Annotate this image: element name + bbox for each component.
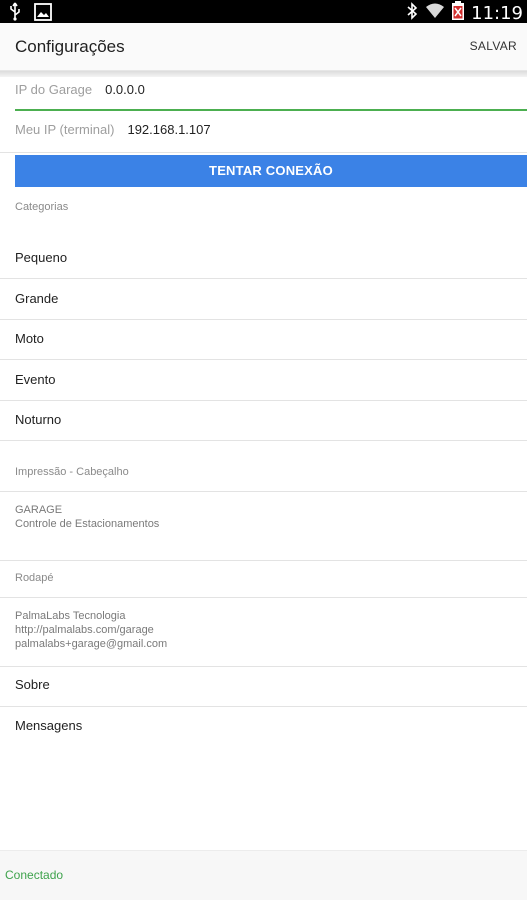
print-header-text[interactable]: GARAGE Controle de Estacionamentos (15, 503, 159, 531)
divider (0, 706, 527, 707)
wifi-icon (425, 2, 445, 25)
categories-label: Categorias (15, 201, 69, 213)
print-header-label: Impressão - Cabeçalho (15, 466, 129, 478)
app-bar-shadow (0, 71, 527, 77)
ip-garage-field[interactable]: IP do Garage 0.0.0.0 (0, 82, 527, 97)
divider (0, 400, 527, 401)
ip-garage-label: IP do Garage (15, 82, 93, 97)
footer-line: PalmaLabs Tecnologia (15, 610, 126, 622)
category-item-moto[interactable]: Moto (15, 331, 44, 346)
battery-icon (452, 1, 465, 25)
divider (0, 666, 527, 667)
divider (0, 278, 527, 279)
divider (0, 560, 527, 561)
divider (0, 597, 527, 598)
messages-item[interactable]: Mensagens (15, 718, 82, 733)
category-item-pequeno[interactable]: Pequeno (15, 250, 67, 265)
divider (0, 440, 527, 441)
footer-text[interactable]: PalmaLabs Tecnologia http://palmalabs.co… (15, 609, 167, 651)
footer-line: http://palmalabs.com/garage (15, 624, 154, 636)
try-connection-button[interactable]: TENTAR CONEXÃO (15, 155, 527, 187)
category-item-evento[interactable]: Evento (15, 372, 55, 387)
ip-terminal-field: Meu IP (terminal) 192.168.1.107 (0, 122, 527, 137)
print-header-line: GARAGE (15, 504, 63, 516)
divider (0, 319, 527, 320)
page-title: Configurações (15, 37, 125, 56)
category-item-noturno[interactable]: Noturno (15, 412, 61, 427)
connection-status: Conectado (5, 868, 64, 882)
ip-terminal-value: 192.168.1.107 (127, 122, 211, 137)
category-item-grande[interactable]: Grande (15, 291, 58, 306)
clock: 11:19 (471, 2, 523, 24)
ip-garage-focus-underline (15, 109, 527, 111)
bottom-status-bar: Conectado (0, 850, 527, 900)
footer-line: palmalabs+garage@gmail.com (15, 638, 168, 650)
app-bar: Configurações SALVAR (0, 23, 527, 71)
status-bar: 11:19 (0, 0, 527, 25)
ip-terminal-label: Meu IP (terminal) (15, 122, 115, 137)
print-header-line: Controle de Estacionamentos (15, 518, 160, 530)
footer-label: Rodapé (15, 572, 54, 584)
save-button[interactable]: SALVAR (470, 39, 517, 53)
divider (0, 491, 527, 492)
about-item[interactable]: Sobre (15, 677, 50, 692)
bluetooth-icon (406, 1, 418, 25)
ip-garage-input[interactable]: 0.0.0.0 (105, 82, 145, 97)
divider (0, 152, 527, 153)
divider (0, 359, 527, 360)
